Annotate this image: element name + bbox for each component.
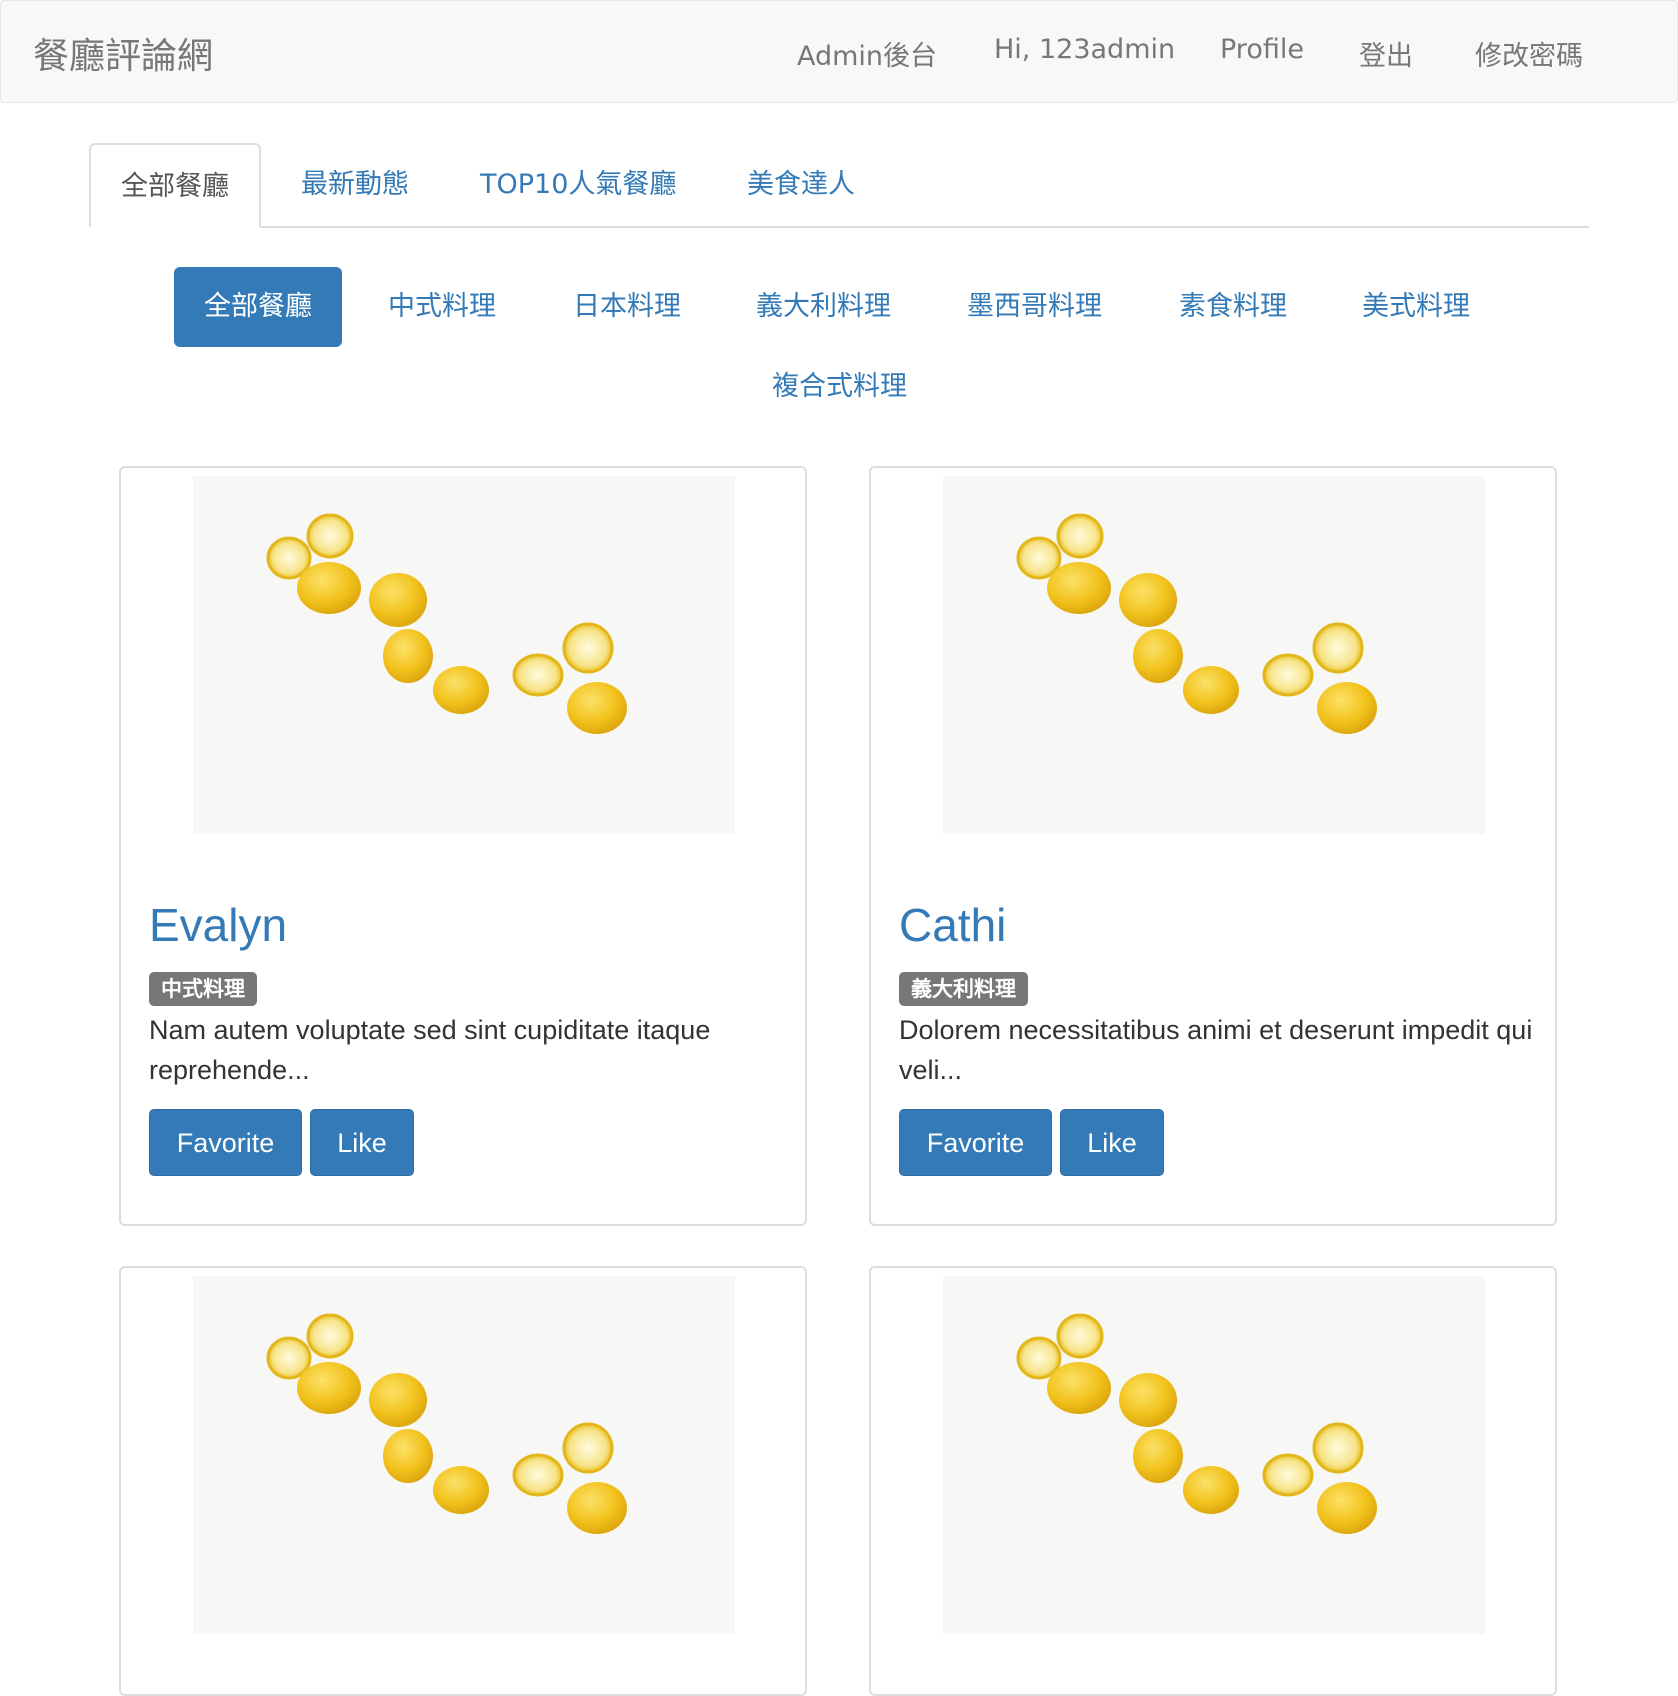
category-badge: 中式料理 <box>149 972 257 1006</box>
restaurant-image[interactable] <box>943 476 1485 834</box>
favorite-button[interactable]: Favorite <box>149 1109 302 1176</box>
restaurant-description: Dolorem necessitatibus animi et deserunt… <box>899 1015 1533 1085</box>
category-pill-japanese[interactable]: 日本料理 <box>573 267 681 347</box>
restaurant-name[interactable]: Evalyn <box>149 898 287 952</box>
category-badge: 義大利料理 <box>899 972 1028 1006</box>
favorite-button[interactable]: Favorite <box>899 1109 1052 1176</box>
restaurant-description: Nam autem voluptate sed sint cupiditate … <box>149 1015 711 1085</box>
category-pill-all[interactable]: 全部餐廳 <box>174 267 342 347</box>
restaurant-card <box>119 1266 807 1696</box>
category-pill-italian[interactable]: 義大利料理 <box>756 267 891 347</box>
nav-profile-link[interactable]: Profile <box>1220 34 1304 65</box>
restaurant-card <box>869 1266 1557 1696</box>
lemon-photo <box>193 1276 735 1634</box>
category-pill-chinese[interactable]: 中式料理 <box>388 267 496 347</box>
category-pill-mexican[interactable]: 墨西哥料理 <box>967 267 1102 347</box>
like-button[interactable]: Like <box>310 1109 414 1176</box>
tab-food-experts[interactable]: 美食達人 <box>747 143 855 226</box>
nav-user-greeting-link[interactable]: Hi, 123admin <box>994 34 1175 65</box>
like-button[interactable]: Like <box>1060 1109 1164 1176</box>
top-navbar: 餐廳評論網 Admin後台 Hi, 123admin Profile 登出 修改… <box>0 0 1678 103</box>
tab-all-restaurants[interactable]: 全部餐廳 <box>89 143 261 228</box>
restaurant-image[interactable] <box>193 1276 735 1634</box>
lemon-photo <box>943 1276 1485 1634</box>
category-pill-vegetarian[interactable]: 素食料理 <box>1179 267 1287 347</box>
main-tabs: 全部餐廳 最新動態 TOP10人氣餐廳 美食達人 <box>89 143 1589 228</box>
nav-change-password-link[interactable]: 修改密碼 <box>1475 34 1583 73</box>
tab-top10-restaurants[interactable]: TOP10人氣餐廳 <box>480 143 676 226</box>
nav-admin-link[interactable]: Admin後台 <box>797 34 937 73</box>
brand-logo[interactable]: 餐廳評論網 <box>33 27 213 79</box>
lemon-photo <box>943 476 1485 834</box>
restaurant-card: Evalyn 中式料理 Nam autem voluptate sed sint… <box>119 466 807 1226</box>
restaurant-card: Cathi 義大利料理 Dolorem necessitatibus animi… <box>869 466 1557 1226</box>
nav-logout-link[interactable]: 登出 <box>1359 34 1413 73</box>
restaurant-name[interactable]: Cathi <box>899 898 1006 952</box>
category-pill-fusion[interactable]: 複合式料理 <box>772 347 907 427</box>
lemon-photo <box>193 476 735 834</box>
restaurant-image[interactable] <box>193 476 735 834</box>
category-pill-american[interactable]: 美式料理 <box>1362 267 1470 347</box>
restaurant-image[interactable] <box>943 1276 1485 1634</box>
tab-latest-feeds[interactable]: 最新動態 <box>301 143 409 226</box>
